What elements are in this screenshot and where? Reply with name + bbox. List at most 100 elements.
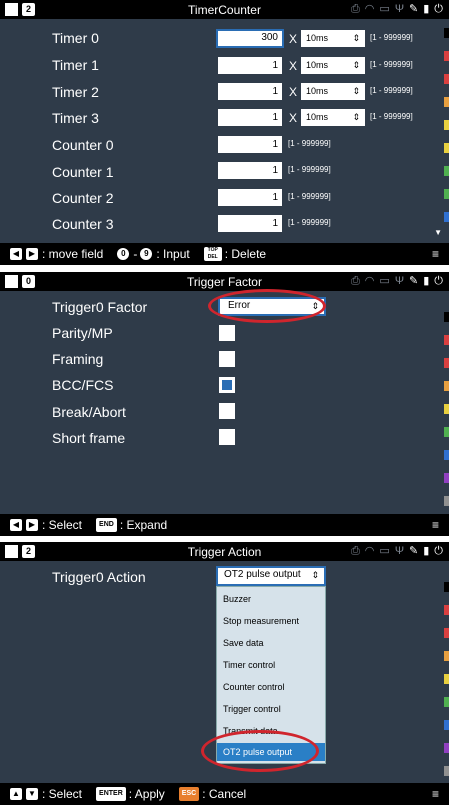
sidebar-swatch [444,358,449,368]
right-arrow-key-icon: ▶ [26,248,38,260]
counter-0-label: Counter 0 [52,137,114,153]
key-range-dash: - [133,247,138,261]
short-frame-checkbox[interactable] [219,429,235,445]
counter-1-input[interactable]: 1 [218,162,282,179]
timer-1-unit-select[interactable]: 10ms ⇕ [301,57,365,74]
parity-checkbox[interactable] [219,325,235,341]
updown-icon: ⇕ [352,86,360,96]
trigger0-factor-label: Trigger0 Factor [52,299,148,315]
left-arrow-key-icon: ◀ [10,248,22,260]
status-icons: ⎙ ◠ ▭ Ψ ✎ ▮ ⏻ [351,2,443,16]
sidebar-swatch [444,720,449,730]
multiply-label: X [289,59,298,73]
counter-2-label: Counter 2 [52,190,114,206]
timer-2-range: [1 - 999999] [370,86,413,95]
timer-2-unit-select[interactable]: 10ms ⇕ [301,83,365,100]
wifi-icon: ◠ [364,545,375,557]
counter-1-label: Counter 1 [52,164,114,180]
network-icon: ▭ [379,545,390,557]
sidebar-swatch [444,427,449,437]
timer-0-input[interactable]: 300 [216,29,284,48]
pen-icon: ✎ [409,275,419,287]
select-hint: : Select [42,787,83,801]
sidebar-swatch [444,189,449,199]
timer-1-input[interactable]: 1 [218,57,282,74]
multiply-label: X [289,85,298,99]
timer-0-label: Timer 0 [52,30,99,46]
network-icon: ▭ [379,275,390,287]
sidebar-swatch [444,97,449,107]
timer-0-unit-select[interactable]: 10ms ⇕ [301,30,365,47]
down-arrow-key-icon: ▼ [26,788,38,800]
hint-bar: ◀ ▶ : move field 0 - 9 : Input TOP DEL :… [0,243,449,265]
bcc-checkbox[interactable] [219,377,235,393]
multiply-label: X [289,32,298,46]
counter-0-range: [1 - 999999] [288,139,331,148]
trigger-factor-panel: 0 Trigger Factor ⎙ ◠ ▭ Ψ ✎ ▮ ⏻ Trigger0 … [0,272,449,536]
power-icon: ⏻ [434,3,443,15]
checked-mark [222,380,232,390]
power-icon: ⏻ [434,275,443,287]
sidebar-swatch [444,404,449,414]
menu-icon[interactable]: ≡ [432,514,439,536]
counter-3-input[interactable]: 1 [218,215,282,232]
sidebar-swatch [444,697,449,707]
wifi-icon: ◠ [364,275,375,287]
dropdown-item-buzzer[interactable]: Buzzer [223,593,251,605]
timer-1-label: Timer 1 [52,57,99,73]
title-bar: 0 Trigger Factor ⎙ ◠ ▭ Ψ ✎ ▮ ⏻ [0,272,449,291]
option-short-frame-label: Short frame [52,430,126,446]
sidebar-swatch [444,51,449,61]
trigger-action-panel: 2 Trigger Action ⎙ ◠ ▭ Ψ ✎ ▮ ⏻ Trigger0 … [0,542,449,805]
move-field-hint: : move field [42,247,104,261]
framing-checkbox[interactable] [219,351,235,367]
dropdown-item-save-data[interactable]: Save data [223,637,264,649]
delete-hint: : Delete [224,247,267,261]
usb-icon: Ψ [394,545,405,557]
scroll-down-icon[interactable]: ▼ [434,228,442,237]
sidebar-swatch [444,628,449,638]
sd-card-icon: ▮ [423,545,430,557]
sidebar-swatch [444,335,449,345]
cancel-hint: : Cancel [202,787,247,801]
timer-2-input[interactable]: 1 [218,83,282,100]
dropdown-item-trigger-control[interactable]: Trigger control [223,703,281,715]
counter-3-range: [1 - 999999] [288,218,331,227]
dropdown-item-stop-measurement[interactable]: Stop measurement [223,615,299,627]
multiply-label: X [289,111,298,125]
dropdown-item-timer-control[interactable]: Timer control [223,659,275,671]
menu-icon[interactable]: ≡ [432,783,439,805]
sidebar-swatch [444,143,449,153]
counter-0-input[interactable]: 1 [218,136,282,153]
highlight-ellipse [201,730,319,772]
timer-3-unit-select[interactable]: 10ms ⇕ [301,109,365,126]
pen-icon: ✎ [409,545,419,557]
network-icon: ▭ [379,3,390,15]
break-checkbox[interactable] [219,403,235,419]
action-value: OT2 pulse output [224,569,301,580]
counter-3-label: Counter 3 [52,216,114,232]
timer-3-input[interactable]: 1 [218,109,282,126]
printer-icon: ⎙ [350,275,360,287]
sidebar-swatch [444,120,449,130]
select-hint: : Select [42,518,83,532]
dropdown-item-counter-control[interactable]: Counter control [223,681,285,693]
timer-3-label: Timer 3 [52,110,99,126]
sidebar-swatch [444,450,449,460]
sidebar-swatch [444,166,449,176]
wifi-icon: ◠ [364,3,375,15]
hint-row: ◀ ▶ : Select END : Expand [10,514,167,536]
sidebar-swatch [444,766,449,776]
hint-row: ◀ ▶ : move field 0 - 9 : Input TOP DEL :… [10,243,266,265]
right-arrow-key-icon: ▶ [26,519,38,531]
menu-icon[interactable]: ≡ [432,243,439,265]
expand-hint: : Expand [119,518,168,532]
sidebar-swatch [444,28,449,38]
color-sidebar [444,28,449,235]
trigger0-action-select[interactable]: OT2 pulse output ⇕ [216,566,326,586]
counter-2-input[interactable]: 1 [218,189,282,206]
usb-icon: Ψ [394,275,405,287]
counter-1-range: [1 - 999999] [288,165,331,174]
option-parity-label: Parity/MP [52,325,113,341]
input-hint: : Input [156,247,190,261]
